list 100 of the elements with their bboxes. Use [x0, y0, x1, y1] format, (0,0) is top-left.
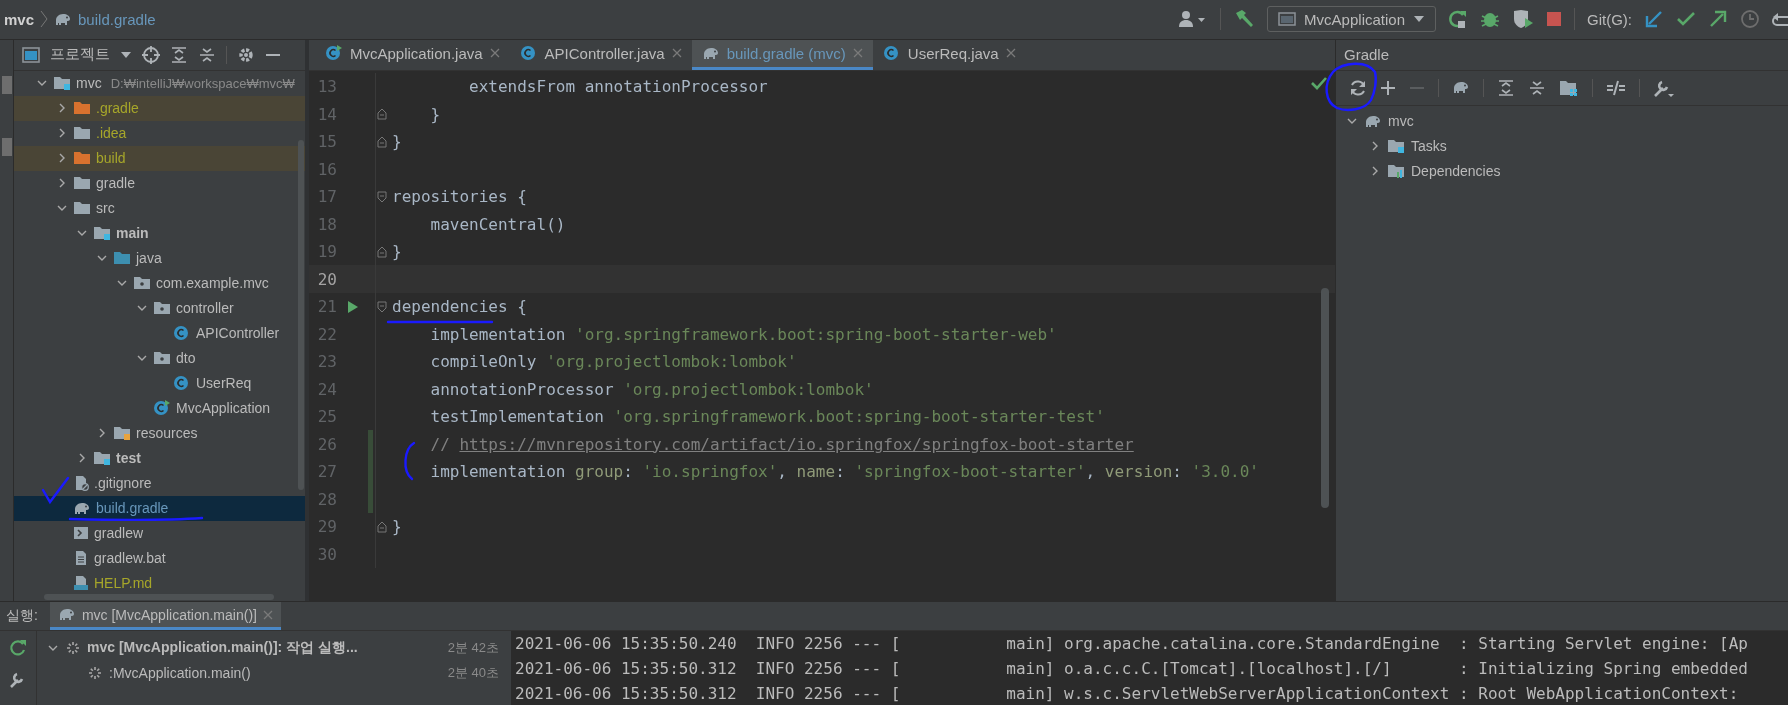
tree-item[interactable]: src — [96, 200, 115, 217]
folder-icon — [113, 250, 131, 267]
spinner-icon — [88, 665, 102, 680]
expand-all-icon[interactable] — [170, 45, 188, 64]
line-number: 20 — [316, 269, 338, 289]
code-text: dependencies { — [392, 297, 527, 317]
elephant-icon — [57, 607, 76, 622]
close-icon[interactable] — [489, 48, 500, 59]
chevron-icon[interactable] — [77, 453, 87, 464]
folder-icon — [133, 275, 151, 292]
class-icon — [173, 325, 191, 342]
pen-mark — [404, 441, 416, 481]
tree-item[interactable]: mvc — [76, 75, 102, 92]
folder-icon — [113, 425, 131, 442]
tree-item[interactable]: gradlew.bat — [94, 550, 166, 567]
line-number: 18 — [316, 214, 338, 234]
folder-grid-icon[interactable] — [1559, 78, 1579, 97]
tree-item[interactable]: APIController — [196, 325, 280, 342]
target-icon[interactable] — [142, 45, 160, 64]
project-path: D:₩intelliJ₩workspace₩mvc₩ — [110, 75, 295, 91]
chevron-icon[interactable] — [57, 153, 67, 164]
tree-item[interactable]: mvc — [1388, 113, 1414, 130]
rerun-icon[interactable] — [1448, 9, 1468, 30]
collapse-all-icon[interactable] — [1528, 78, 1546, 97]
separator-icon — [40, 9, 49, 30]
tree-item[interactable]: gradlew — [94, 525, 144, 542]
panel-title[interactable]: 프로젝트 — [50, 45, 110, 65]
run-icon[interactable] — [347, 299, 359, 314]
scrollbar[interactable] — [298, 139, 304, 490]
close-icon[interactable] — [671, 48, 682, 59]
fold-marker-icon[interactable] — [377, 135, 387, 148]
scrollbar[interactable] — [44, 594, 274, 600]
add-icon[interactable] — [1380, 79, 1396, 96]
stop-icon[interactable] — [1546, 11, 1562, 28]
fold-marker-icon[interactable] — [377, 190, 387, 203]
code-text: implementation — [429, 324, 567, 344]
rerun-icon[interactable] — [9, 639, 27, 657]
chevron-icon[interactable] — [1370, 166, 1380, 177]
run-config-dropdown[interactable]: MvcApplication — [1267, 6, 1436, 33]
tree-item[interactable]: Dependencies — [1411, 163, 1501, 180]
refresh-icon[interactable] — [1349, 78, 1367, 97]
breadcrumb-item[interactable]: build.gradle — [78, 10, 156, 28]
tree-item[interactable]: :MvcApplication.main() — [109, 664, 251, 681]
code-text: version — [1104, 462, 1173, 482]
code-text: annotationProcessor — [429, 379, 615, 399]
editor-tab[interactable]: MvcApplication.java — [315, 39, 510, 70]
update-arrow-icon[interactable] — [1644, 9, 1664, 30]
folder-icon — [153, 350, 171, 367]
tree-item[interactable]: com.example.mvc — [156, 275, 269, 292]
fold-marker-icon[interactable] — [377, 300, 387, 313]
tree-item[interactable]: mvc [MvcApplication.main()]: 작업 실행... — [87, 638, 358, 657]
chevron-icon[interactable] — [57, 103, 67, 114]
tree-item[interactable]: MvcApplication — [176, 400, 271, 417]
line-number: 15 — [316, 132, 338, 152]
code-text: mavenCentral() — [429, 214, 566, 234]
chevron-icon[interactable] — [1370, 141, 1380, 152]
scrollbar[interactable] — [1321, 287, 1329, 508]
line-number: 17 — [316, 187, 338, 207]
tree-item[interactable]: main — [116, 225, 149, 242]
editor-tab[interactable]: APIController.java — [509, 39, 692, 70]
breadcrumb-item[interactable]: mvc — [4, 10, 35, 28]
fold-marker-icon[interactable] — [377, 245, 387, 258]
collapse-all-icon[interactable] — [198, 45, 216, 64]
tree-item[interactable]: Tasks — [1411, 138, 1447, 155]
tree-item[interactable]: .idea — [96, 125, 127, 142]
tree-item[interactable]: test — [116, 450, 141, 467]
tree-item[interactable]: gradle — [96, 175, 135, 192]
tree-item[interactable]: build.gradle — [96, 500, 169, 517]
tree-item[interactable]: resources — [136, 425, 198, 442]
code-text: : — [1172, 462, 1183, 482]
tree-item[interactable]: .gitignore — [94, 475, 152, 492]
folder-icon — [153, 300, 171, 317]
hammer-icon[interactable] — [1233, 9, 1256, 30]
window-icon — [1278, 12, 1297, 27]
chevron-icon[interactable] — [57, 178, 67, 189]
url-link[interactable]: https://mvnrepository.com/artifact/io.springfox/springfox-boot-starter — [459, 434, 1134, 454]
chevron-icon[interactable] — [57, 128, 67, 139]
tree-item[interactable]: dto — [176, 350, 196, 367]
tree-item[interactable]: .gradle — [96, 100, 139, 117]
editor-tab[interactable]: UserReq.java — [872, 39, 1026, 70]
tree-item[interactable]: java — [136, 250, 162, 267]
tree-item[interactable]: controller — [176, 300, 234, 317]
fold-marker-icon[interactable] — [377, 108, 387, 121]
panel-title: Gradle — [1344, 46, 1390, 64]
run-tab[interactable]: mvc [MvcApplication.main()] — [49, 602, 281, 630]
elephant-icon — [1364, 113, 1382, 129]
tree-item[interactable]: build — [96, 150, 126, 167]
settings-icon[interactable] — [237, 45, 255, 64]
class-icon — [882, 45, 901, 62]
close-icon[interactable] — [1005, 48, 1016, 59]
tree-item[interactable]: HELP.md — [94, 575, 153, 592]
window-icon[interactable] — [22, 46, 40, 63]
tree-item[interactable]: UserReq — [196, 375, 252, 392]
expand-all-icon[interactable] — [1497, 78, 1515, 97]
caret-icon[interactable] — [120, 50, 132, 59]
coverage-icon[interactable] — [1512, 9, 1534, 30]
fold-marker-icon[interactable] — [377, 520, 387, 533]
folder-icon — [73, 100, 91, 117]
split-icon[interactable] — [1606, 78, 1626, 97]
chevron-icon[interactable] — [97, 428, 107, 439]
